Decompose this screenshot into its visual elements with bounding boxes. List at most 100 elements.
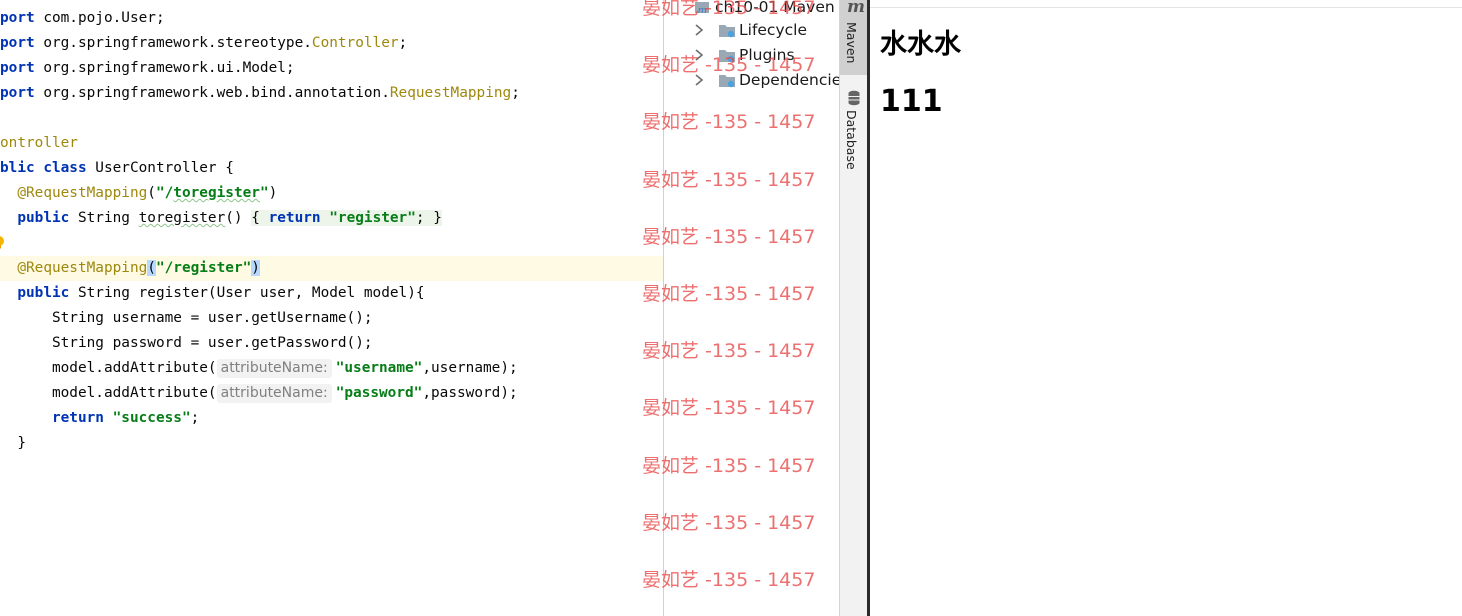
code-token: ; [511,85,520,101]
code-token: UserController { [86,160,234,176]
code-line[interactable]: blic class UserController { [0,156,234,181]
code-token: Controller [311,35,399,51]
code-token: @RequestMapping [17,260,148,276]
code-token: public [17,285,70,301]
code-token: "success" [112,410,191,426]
code-token: port [0,35,35,51]
code-token: } [0,435,26,451]
code-token: org.springframework.ui.Model; [34,60,295,76]
code-line[interactable]: public String register(User user, Model … [0,281,425,306]
lifecycle-icon [719,25,735,38]
database-tab-label: Database [844,110,859,170]
database-icon [848,90,860,106]
code-line[interactable]: } [0,431,26,456]
code-token: org.springframework.web.bind.annotation. [34,85,390,101]
maven-tab[interactable]: m Maven [840,0,868,75]
maven-item-lifecycle[interactable]: Lifecycle [664,18,840,42]
maven-project-label: ch10-01 Maven W [715,0,840,16]
code-token: String password = user.getPassword(); [0,335,373,351]
code-line[interactable]: String password = user.getPassword(); [0,331,373,356]
code-token: ) [251,260,260,276]
code-token: port [0,85,35,101]
code-token: String register(User user, Model model){ [69,285,425,301]
chevron-right-icon[interactable] [693,73,705,87]
code-line[interactable]: model.addAttribute(attributeName: "passwo… [0,381,518,406]
code-token: @RequestMapping [17,185,148,201]
code-token: model.addAttribute( [0,360,217,376]
code-token: com.pojo.User; [34,10,165,26]
code-token: "register" [329,210,416,226]
code-token: public [17,210,70,226]
database-tab[interactable]: Database [840,86,868,176]
code-line[interactable]: @RequestMapping("/toregister") [0,181,277,206]
code-line[interactable]: String username = user.getUsername(); [0,306,373,331]
code-token: "/register" [155,260,252,276]
code-line[interactable]: port org.springframework.web.bind.annota… [0,81,520,106]
code-token: ) [268,185,278,201]
code-line[interactable]: port org.springframework.ui.Model; [0,56,295,81]
code-token: ,password); [422,385,518,401]
code-token: ( [147,260,156,276]
svg-text:m: m [698,6,707,15]
code-token: String [69,210,139,226]
maven-module-icon: m [695,2,709,15]
code-token: "/ [155,185,174,201]
code-token: ; } [415,210,442,226]
maven-item-label: Plugins [739,46,795,64]
dependencies-icon [719,75,735,88]
code-line[interactable]: port com.pojo.User; [0,6,165,31]
code-token: blic class [0,160,87,176]
code-line[interactable]: return "success"; [0,406,199,431]
code-token: ontroller [0,135,78,151]
plugins-icon [719,50,735,63]
maven-item-label: Lifecycle [739,21,807,39]
code-token: ,username); [422,360,518,376]
page-top-border [870,7,1462,8]
code-line[interactable]: model.addAttribute(attributeName: "userna… [0,356,518,381]
maven-tool-window: m ch10-01 Maven W Lifecycle Plugins Depend… [663,0,840,616]
code-token: org.springframework.stereotype. [34,35,312,51]
code-token: RequestMapping [389,85,512,101]
code-token: toregister [173,185,260,201]
code-token: port [0,10,35,26]
code-token: " [259,185,269,201]
code-token: port [0,60,35,76]
code-token: () [225,210,252,226]
maven-item-plugins[interactable]: Plugins [664,43,840,67]
code-token: "password" [335,385,423,401]
parameter-hint: attributeName: [216,359,332,378]
code-token: "username" [335,360,423,376]
browser-page: 水水水 111 [870,0,1462,616]
page-heading-password: 111 [880,84,943,119]
chevron-right-icon[interactable] [693,48,705,62]
code-token: ; [398,35,408,51]
intention-bulb-icon[interactable] [0,236,5,250]
code-token: String username = user.getUsername(); [0,310,373,326]
code-token: model.addAttribute( [0,385,217,401]
page-heading-name: 水水水 [880,29,961,60]
code-line[interactable]: ontroller [0,131,78,156]
maven-item-dependencies[interactable]: Dependencies [664,68,840,92]
code-line[interactable]: public String toregister() { return "reg… [0,206,442,231]
code-line[interactable]: port org.springframework.stereotype.Cont… [0,31,407,56]
chevron-right-icon[interactable] [693,23,705,37]
right-tool-stripe: m Maven Database [839,0,868,616]
maven-item-label: Dependencies [739,71,840,89]
code-line[interactable]: @RequestMapping("/register") [0,256,260,281]
code-token: return [51,410,104,426]
parameter-hint: attributeName: [216,384,332,403]
code-editor[interactable]: port com.pojo.User; port org.springframew… [0,0,663,616]
code-token: ; [190,410,200,426]
code-token: { [251,210,269,226]
maven-tab-icon: m [847,0,865,17]
code-token [320,210,330,226]
code-token: return [268,210,321,226]
code-token: toregister [138,210,226,226]
code-token: ( [147,185,156,201]
